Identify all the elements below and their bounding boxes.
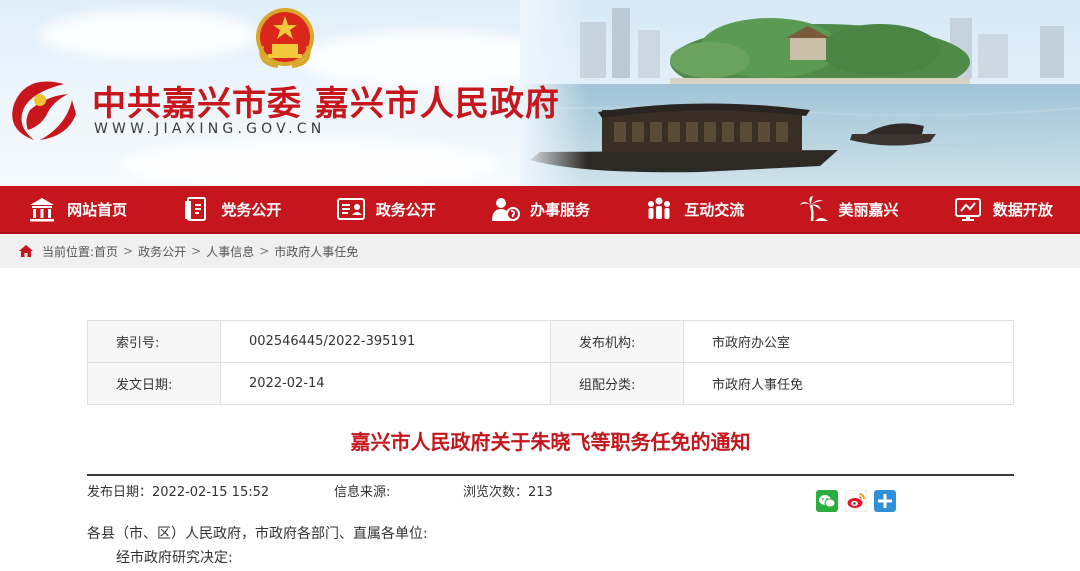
table-row: 索引号: 002546445/2022-395191 发布机构: 市政府办公室 bbox=[87, 320, 1014, 363]
breadcrumb-link-gov-affairs[interactable]: 政务公开 bbox=[138, 243, 186, 260]
plus-icon[interactable] bbox=[874, 490, 896, 512]
info-source: 信息来源: bbox=[334, 485, 391, 500]
publish-time: 发布日期：2022-02-15 15:52 bbox=[87, 485, 270, 500]
nav-item-party-affairs[interactable]: 党务公开 bbox=[154, 186, 308, 232]
issue-date-label: 发文日期: bbox=[87, 362, 221, 405]
nav-item-interaction[interactable]: 互动交流 bbox=[617, 186, 771, 232]
service-person-icon bbox=[491, 198, 520, 221]
breadcrumb-separator: > bbox=[191, 244, 202, 258]
site-title: 中共嘉兴市委 嘉兴市人民政府 bbox=[92, 84, 560, 124]
category-value: 市政府人事任免 bbox=[683, 362, 1014, 405]
title-divider bbox=[87, 474, 1014, 476]
issue-date-value: 2022-02-14 bbox=[220, 362, 551, 405]
main-navigation: 网站首页 党务公开 政务公开 办事服务 互动交流 美丽嘉兴 数据开放 bbox=[0, 186, 1080, 234]
nav-item-label: 互动交流 bbox=[684, 200, 745, 219]
nav-item-label: 数据开放 bbox=[992, 200, 1053, 219]
city-logo-icon bbox=[12, 81, 76, 140]
publisher-label: 发布机构: bbox=[550, 320, 684, 363]
view-count: 浏览次数：213 bbox=[463, 485, 553, 500]
nav-item-home[interactable]: 网站首页 bbox=[0, 186, 154, 232]
article-paragraph: 各县（市、区）人民政府，市政府各部门、直属各单位: bbox=[87, 526, 428, 542]
category-label: 组配分类: bbox=[550, 362, 684, 405]
nav-item-label: 网站首页 bbox=[67, 200, 128, 219]
home-icon bbox=[19, 245, 33, 257]
document-info-table: 索引号: 002546445/2022-395191 发布机构: 市政府办公室 … bbox=[87, 320, 1014, 405]
breadcrumb-link-appointments[interactable]: 市政府人事任免 bbox=[274, 243, 358, 260]
nav-item-label: 政务公开 bbox=[375, 200, 436, 219]
breadcrumb-link-home[interactable]: 首页 bbox=[94, 243, 118, 260]
breadcrumb-link-personnel-info[interactable]: 人事信息 bbox=[206, 243, 254, 260]
nav-item-label: 党务公开 bbox=[221, 200, 282, 219]
breadcrumb-prefix: 当前位置: bbox=[42, 244, 95, 259]
cloud-decoration bbox=[40, 10, 260, 60]
nav-item-services[interactable]: 办事服务 bbox=[463, 186, 617, 232]
breadcrumb-separator: > bbox=[259, 244, 270, 258]
article-title: 嘉兴市人民政府关于朱晓飞等职务任免的通知 bbox=[350, 430, 751, 454]
nav-item-open-data[interactable]: 数据开放 bbox=[926, 186, 1080, 232]
nav-item-label: 办事服务 bbox=[529, 200, 590, 219]
nav-item-label: 美丽嘉兴 bbox=[838, 200, 899, 219]
article-paragraph: 经市政府研究决定: bbox=[116, 550, 233, 566]
nav-item-gov-affairs[interactable]: 政务公开 bbox=[309, 186, 463, 232]
data-screen-icon bbox=[954, 198, 981, 221]
header-banner: 中共嘉兴市委 嘉兴市人民政府 WWW.JIAXING.GOV.CN bbox=[0, 0, 1080, 186]
wechat-icon[interactable] bbox=[816, 490, 838, 512]
breadcrumb: 当前位置: 首页 > 政务公开 > 人事信息 > 市政府人事任免 bbox=[0, 234, 1080, 268]
nav-item-beautiful-jiaxing[interactable]: 美丽嘉兴 bbox=[771, 186, 925, 232]
index-label: 索引号: bbox=[87, 320, 221, 363]
publisher-value: 市政府办公室 bbox=[683, 320, 1014, 363]
index-value: 002546445/2022-395191 bbox=[220, 320, 551, 363]
south-lake-scenery-image bbox=[520, 0, 1080, 186]
weibo-icon[interactable] bbox=[845, 490, 867, 512]
table-row: 发文日期: 2022-02-14 组配分类: 市政府人事任免 bbox=[87, 362, 1014, 405]
national-emblem-icon bbox=[256, 8, 314, 68]
home-building-icon bbox=[30, 198, 55, 222]
cloud-decoration bbox=[120, 140, 500, 186]
palm-tree-icon bbox=[799, 196, 828, 222]
people-group-icon bbox=[648, 197, 671, 219]
party-document-icon bbox=[185, 197, 207, 221]
breadcrumb-separator: > bbox=[123, 244, 134, 258]
id-card-icon bbox=[336, 198, 365, 220]
site-url: WWW.JIAXING.GOV.CN bbox=[94, 121, 326, 137]
